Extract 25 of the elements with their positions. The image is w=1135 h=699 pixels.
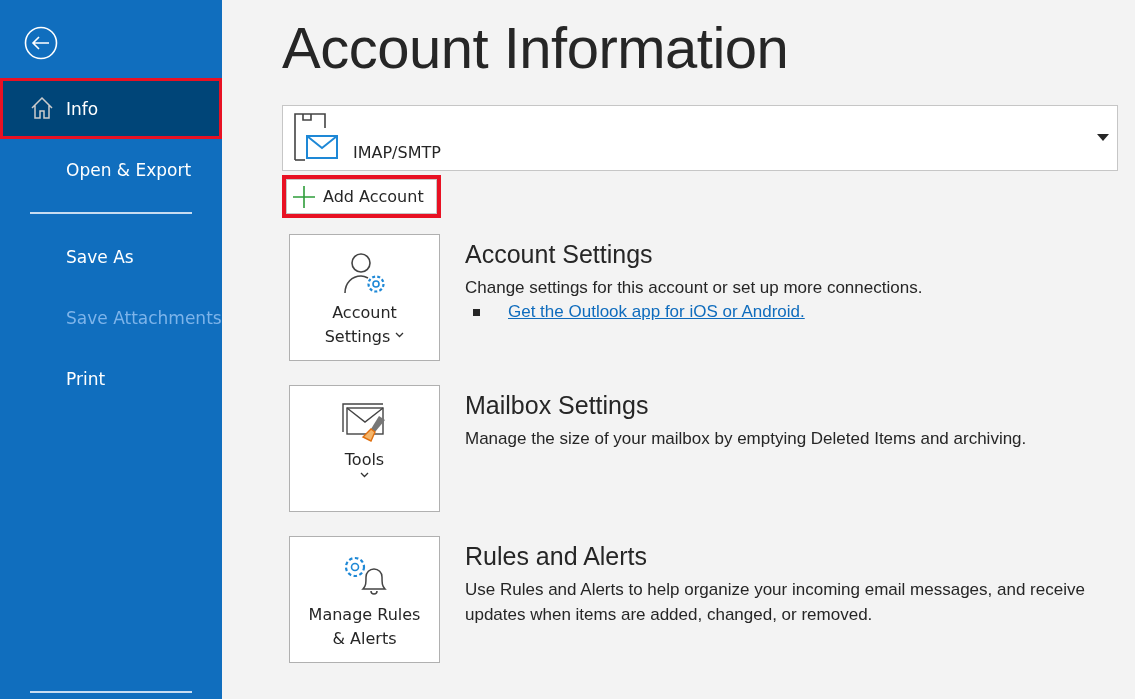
nav-item[interactable]: Save As [0,226,222,287]
caret-icon [395,332,405,338]
dropdown-arrow-icon [1097,134,1109,141]
nav-item[interactable]: Open & Export [0,139,222,200]
section-button[interactable]: Account Settings [289,234,440,361]
account-name: IMAP/SMTP [353,143,441,162]
account-dropdown[interactable]: IMAP/SMTP [282,105,1118,171]
section-description: Manage the size of your mailbox by emptying Deleted Items and archiving. [465,428,1027,450]
section-description: Use Rules and Alerts to help organize your incoming email messages, and receive updates when items are added, changed, or removed. [465,579,1086,626]
section-button[interactable]: Manage Rules & Alerts [289,536,440,663]
page-title: Account Information [282,14,790,81]
bullet-icon [473,308,480,316]
plus-icon [293,185,315,208]
nav-item[interactable]: Info [0,78,222,139]
nav-item[interactable]: Print [0,348,222,409]
section-heading: Rules and Alerts [465,542,649,571]
home-icon [30,96,54,120]
section-button[interactable]: Tools [289,385,440,512]
section-description: Change settings for this account or set up more connections. [465,277,923,299]
link[interactable]: Get the Outlook app for iOS or Android. [508,302,805,322]
section-heading: Mailbox Settings [465,391,650,420]
caret-icon [360,472,369,478]
section-heading: Account Settings [465,240,654,269]
add-account-button[interactable]: Add Account [282,175,441,218]
account-mail-icon [293,112,339,162]
